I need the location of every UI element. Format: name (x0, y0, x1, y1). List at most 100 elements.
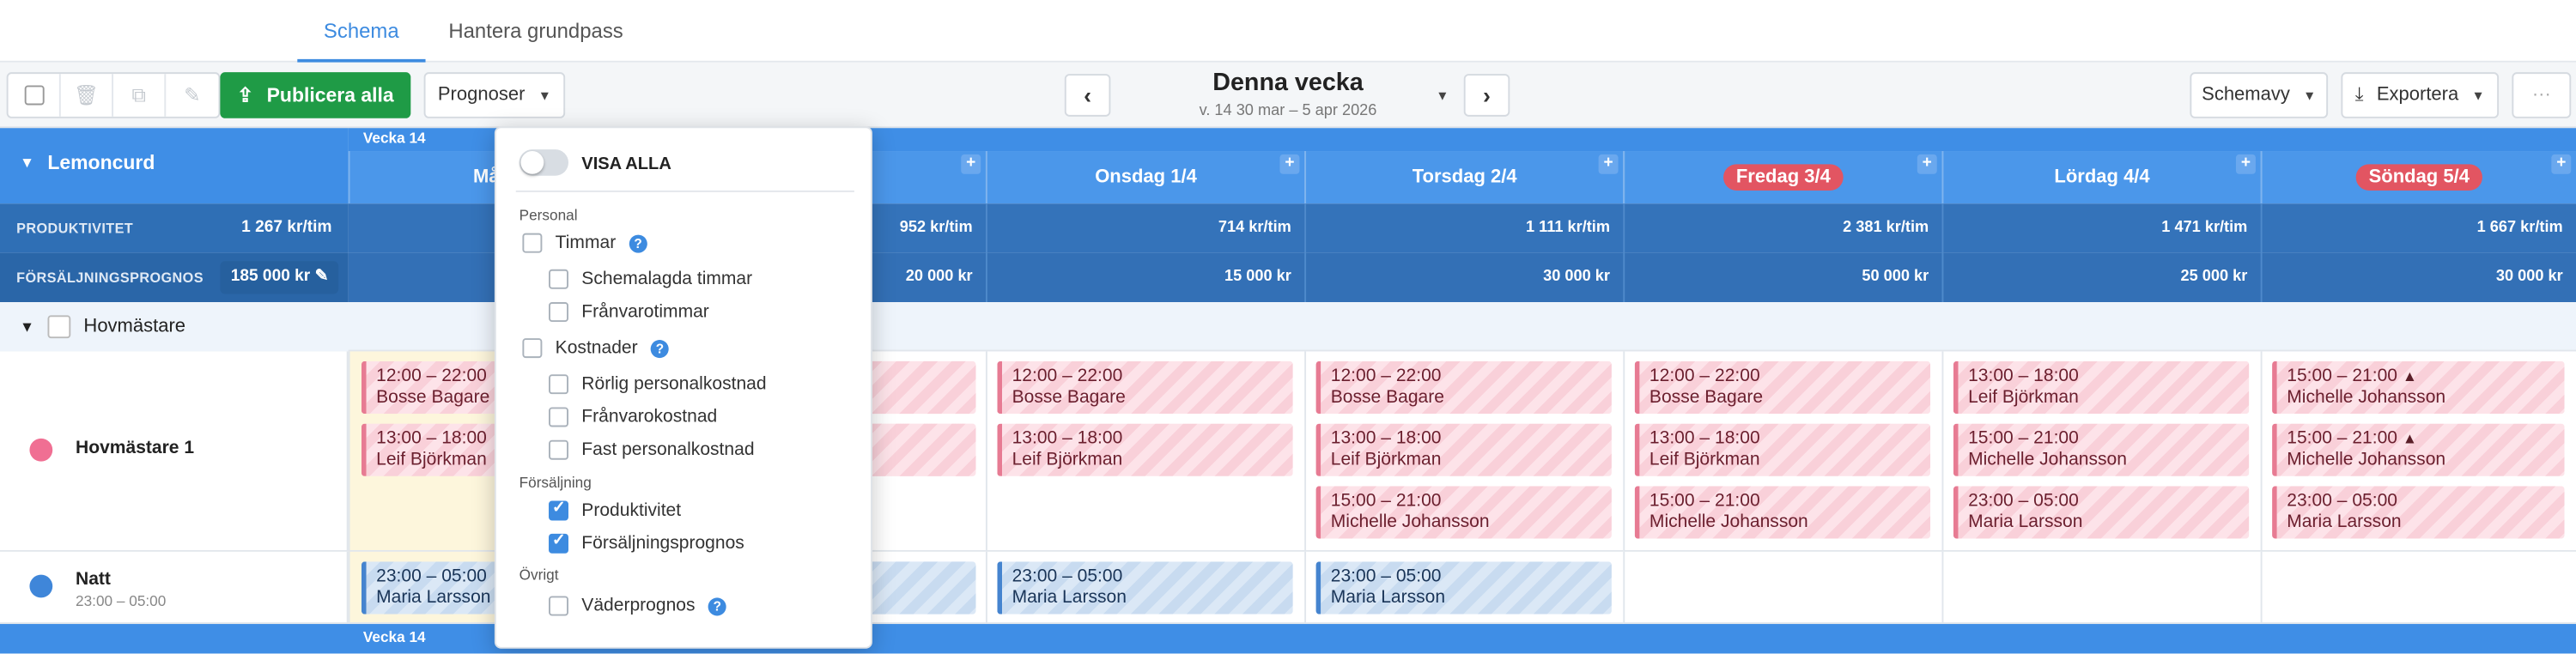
schemavy-dropdown[interactable]: Schemavy ▼ (2190, 72, 2329, 118)
option-label: Väderprognos (581, 596, 696, 616)
week-title[interactable]: Denna vecka (1101, 69, 1475, 97)
resource-time: 23:00 – 05:00 (76, 592, 167, 609)
checkbox[interactable] (549, 302, 568, 323)
checkbox[interactable] (549, 596, 568, 616)
add-shift-icon[interactable]: + (961, 154, 981, 174)
section-checkbox[interactable] (47, 315, 71, 339)
shift-card[interactable]: 23:00 – 05:00 Maria Larsson (2272, 486, 2565, 539)
holiday-badge: Söndag 5/4 (2355, 164, 2483, 191)
shift-card[interactable]: 12:00 – 22:00 Bosse Bagare (1315, 360, 1612, 415)
shift-card[interactable]: 23:00 – 05:00 Maria Larsson (997, 561, 1293, 615)
next-week-button[interactable]: › (1463, 74, 1510, 117)
warning-icon: ▲ (2402, 430, 2417, 447)
checkbox[interactable] (522, 338, 543, 359)
checkbox[interactable] (522, 233, 543, 253)
shift-card[interactable]: 15:00 – 21:00 Michelle Johansson (1315, 486, 1612, 539)
cell-fri-natt[interactable] (1623, 551, 1942, 625)
shift-card[interactable]: 23:00 – 05:00 Maria Larsson (1315, 561, 1612, 615)
checkbox[interactable] (549, 407, 568, 427)
forecast-total-edit[interactable]: 185 000 kr ✎ (221, 261, 339, 294)
resource-natt: Natt 23:00 – 05:00 (0, 551, 349, 625)
publish-all-button[interactable]: ⇪ Publicera alla (220, 72, 411, 118)
tab-hantera-grundpass[interactable]: Hantera grundpass (422, 0, 650, 63)
add-shift-icon[interactable]: + (1279, 154, 1300, 174)
section-toggle[interactable]: ▼ Hovmästare (0, 302, 349, 352)
schemavy-label: Schemavy (2202, 85, 2290, 106)
shift-card[interactable]: 23:00 – 05:00 Maria Larsson (1953, 486, 2250, 539)
copy-button[interactable]: ⧉ (113, 74, 167, 117)
productivity-sun: 1 667 kr/tim (2260, 203, 2576, 253)
help-icon[interactable]: ? (629, 233, 647, 252)
productivity-wed: 714 kr/tim (985, 203, 1304, 253)
section-ovrigt: Övrigt (519, 566, 559, 584)
more-button[interactable]: ··· (2512, 72, 2572, 118)
option-fast[interactable]: Fast personalkostnad (549, 439, 755, 460)
option-produktivitet[interactable]: Produktivitet (549, 500, 682, 521)
chevron-right-icon: › (1483, 82, 1491, 109)
shift-person: Leif Björkman (1968, 387, 2079, 408)
shift-card[interactable]: 15:00 – 21:00 ▲ Michelle Johansson (2272, 423, 2565, 476)
option-label: Frånvarokostnad (581, 407, 718, 427)
select-all-checkbox[interactable] (9, 74, 61, 117)
shift-card[interactable]: 15:00 – 21:00 Michelle Johansson (1953, 423, 2250, 476)
shift-card[interactable]: 15:00 – 21:00 ▲ Michelle Johansson (2272, 360, 2565, 415)
shift-card[interactable] (854, 423, 976, 476)
checkbox-checked[interactable] (549, 532, 568, 554)
publish-icon: ⇪ (237, 83, 254, 107)
edit-button[interactable]: ✎ (166, 74, 218, 117)
shift-person: Leif Björkman (1649, 450, 1760, 470)
add-shift-icon[interactable]: + (1917, 154, 1937, 174)
caret-down-icon: ▼ (2303, 88, 2317, 103)
option-forsaljningsprognos[interactable]: Försäljningsprognos (549, 532, 744, 554)
add-shift-icon[interactable]: + (2235, 154, 2256, 174)
cell-sat-natt[interactable] (1941, 551, 2261, 625)
option-franvarotimmar[interactable]: Frånvarotimmar (549, 302, 709, 323)
more-icon: ··· (2531, 85, 2551, 106)
section-row: ▼ Hovmästare (0, 302, 2576, 352)
show-all-label: VISA ALLA (581, 154, 671, 174)
shift-person: Michelle Johansson (1968, 450, 2127, 470)
show-all-toggle[interactable] (519, 149, 568, 176)
help-icon[interactable]: ? (708, 596, 726, 615)
option-timmar[interactable]: Timmar? (522, 233, 647, 253)
option-franvarokostnad[interactable]: Frånvarokostnad (549, 407, 717, 427)
help-icon[interactable]: ? (650, 339, 669, 358)
shift-time: 23:00 – 05:00 (1330, 566, 1442, 587)
shift-card[interactable]: 12:00 – 22:00 Bosse Bagare (997, 360, 1293, 415)
shift-person: Michelle Johansson (2287, 450, 2446, 470)
checkbox[interactable] (549, 439, 568, 460)
option-vaderprognos[interactable]: Väderprognos? (549, 596, 726, 616)
day-header-wed: Onsdag 1/4 + (985, 151, 1305, 204)
shift-card[interactable]: 13:00 – 18:00 Leif Björkman (1315, 423, 1612, 476)
option-label: Fast personalkostnad (581, 439, 755, 460)
tab-schema[interactable]: Schema (297, 0, 426, 63)
shift-time: 23:00 – 05:00 (2287, 491, 2398, 512)
shift-card[interactable] (854, 360, 976, 415)
cell-sun-natt[interactable] (2260, 551, 2576, 625)
group-toggle[interactable]: ▼ Lemoncurd (20, 151, 155, 174)
delete-button[interactable]: 🗑 (61, 74, 114, 117)
holiday-badge: Fredag 3/4 (1722, 164, 1844, 191)
shift-card[interactable]: 15:00 – 21:00 Michelle Johansson (1634, 486, 1931, 539)
shift-card[interactable]: 12:00 – 22:00 Bosse Bagare (1634, 360, 1931, 415)
checkbox[interactable] (549, 374, 568, 395)
shift-card[interactable]: 13:00 – 18:00 Leif Björkman (1953, 360, 2250, 415)
shift-card[interactable] (854, 561, 976, 615)
option-label: Produktivitet (581, 500, 682, 521)
prognoser-dropdown[interactable]: Prognoser ▼ (423, 72, 566, 118)
week-caret-icon[interactable]: ▼ (1436, 88, 1449, 103)
shift-time: 15:00 – 21:00 (1968, 428, 2079, 449)
export-dropdown[interactable]: ⤓ Exportera ▼ (2341, 72, 2500, 118)
forecast-total: 185 000 kr (230, 267, 311, 286)
shift-card[interactable]: 13:00 – 18:00 Leif Björkman (1634, 423, 1931, 476)
checkbox-checked[interactable] (549, 500, 568, 521)
option-kostnader[interactable]: Kostnader? (522, 338, 669, 359)
option-schemalagda[interactable]: Schemalagda timmar (549, 269, 752, 289)
add-shift-icon[interactable]: + (1598, 154, 1619, 174)
checkbox[interactable] (549, 269, 568, 289)
shift-person: Bosse Bagare (1012, 387, 1126, 408)
shift-card[interactable]: 13:00 – 18:00 Leif Björkman (997, 423, 1293, 476)
add-shift-icon[interactable]: + (2551, 154, 2572, 174)
week-range: v. 14 30 mar – 5 apr 2026 (1199, 101, 1377, 120)
option-rorlig[interactable]: Rörlig personalkostnad (549, 374, 767, 395)
